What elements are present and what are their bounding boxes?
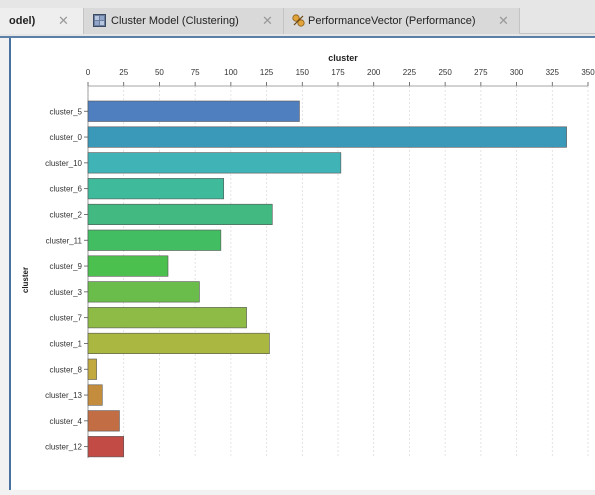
bar-cluster_2	[87, 203, 273, 225]
bar-cluster_9	[87, 255, 169, 277]
x-tick-label: 75	[191, 68, 200, 77]
y-axis-label: cluster	[21, 267, 30, 293]
tab-bar-filler	[520, 8, 595, 34]
bar-cluster_10	[87, 152, 342, 174]
tab-bar: odel) ✕ Cluster Model (Clustering) ✕ Per…	[0, 0, 595, 38]
bar-cluster_8	[87, 358, 97, 380]
performance-icon	[292, 14, 305, 27]
y-tick-label: cluster_13	[45, 391, 82, 400]
y-tick-label: cluster_9	[50, 262, 83, 271]
x-tick-label: 350	[581, 68, 595, 77]
y-tick-label: cluster_6	[50, 185, 83, 194]
close-icon[interactable]: ✕	[498, 13, 509, 29]
chart-title: cluster	[328, 53, 358, 63]
x-tick-label: 25	[119, 68, 128, 77]
tab-model-label: odel)	[9, 15, 36, 27]
x-tick-label: 50	[155, 68, 164, 77]
x-tick-label: 175	[331, 68, 345, 77]
x-tick-label: 225	[403, 68, 417, 77]
bar-cluster_1	[87, 332, 270, 355]
y-tick-label: cluster_11	[46, 236, 83, 245]
tab-performance-vector[interactable]: PerformanceVector (Performance) ✕	[284, 8, 520, 34]
tab-cluster-model-label: Cluster Model (Clustering)	[111, 15, 239, 27]
y-tick-label: cluster_4	[50, 417, 83, 426]
tab-model[interactable]: odel) ✕	[0, 8, 84, 34]
bar-cluster_6	[87, 178, 225, 200]
tab-performance-vector-label: PerformanceVector (Performance)	[308, 15, 476, 27]
y-tick-label: cluster_10	[45, 159, 82, 168]
y-tick-label: cluster_12	[45, 443, 82, 452]
close-icon[interactable]: ✕	[262, 13, 273, 29]
bar-cluster_4	[87, 410, 120, 432]
bar-cluster_7	[87, 307, 247, 329]
bar-cluster_0	[87, 126, 567, 148]
x-tick-label: 0	[86, 68, 91, 77]
close-icon[interactable]: ✕	[58, 13, 69, 29]
cluster-model-icon	[93, 14, 106, 27]
bar-chart: cluster 0 25 50 75 100 125 150 175 200 225 250 275 30…	[21, 53, 595, 458]
y-tick-label: cluster_2	[50, 210, 83, 219]
bar-cluster_13	[87, 384, 103, 406]
y-tick-label: cluster_5	[50, 107, 83, 116]
x-tick-label: 200	[367, 68, 381, 77]
x-tick-label: 325	[546, 68, 560, 77]
bar-cluster_12	[87, 436, 125, 458]
bar-cluster_11	[87, 229, 222, 251]
y-tick-label: cluster_3	[50, 288, 83, 297]
bar-cluster_3	[87, 281, 200, 303]
y-tick-label: cluster_7	[50, 314, 83, 323]
y-tick-label: cluster_8	[50, 365, 83, 374]
x-tick-label: 100	[224, 68, 238, 77]
x-tick-label: 250	[438, 68, 452, 77]
tab-cluster-model[interactable]: Cluster Model (Clustering) ✕	[84, 8, 284, 34]
x-tick-label: 275	[474, 68, 488, 77]
chart-panel: cluster 0 25 50 75 100 125 150 175 200 225 250 275 30…	[11, 38, 595, 490]
y-tick-label: cluster_1	[50, 339, 83, 348]
y-tick-label: cluster_0	[50, 133, 83, 142]
bar-cluster_5	[87, 100, 300, 122]
x-tick-label: 125	[260, 68, 274, 77]
x-tick-label: 150	[296, 68, 310, 77]
x-tick-label: 300	[510, 68, 524, 77]
